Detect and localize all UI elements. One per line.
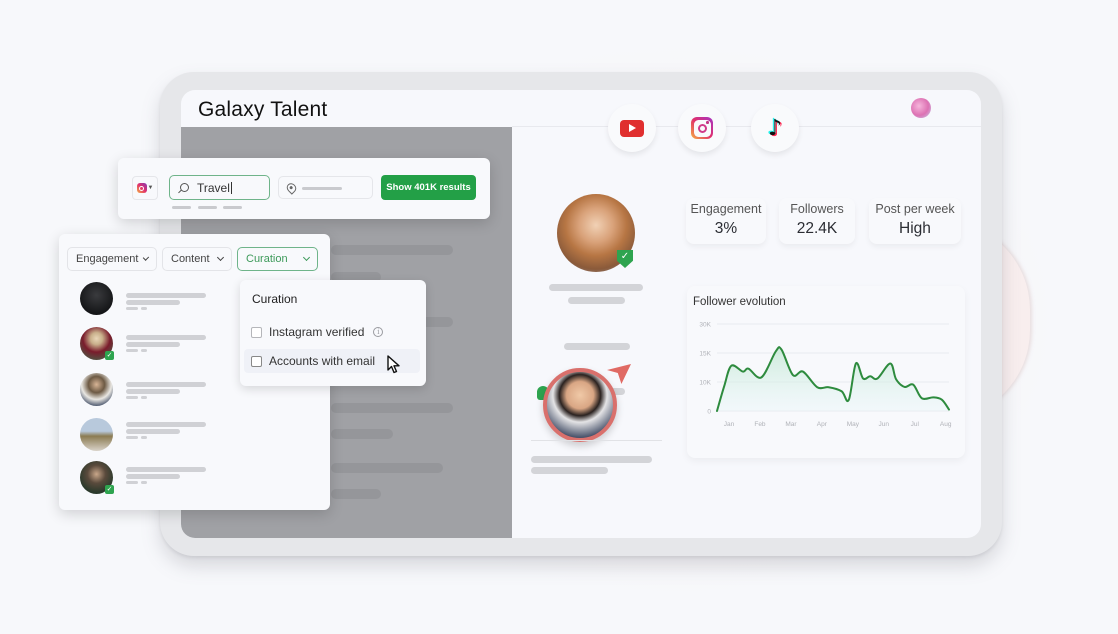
search-query-text: Travel — [197, 180, 230, 195]
search-icon — [180, 183, 189, 192]
send-arrow-icon[interactable] — [607, 364, 631, 384]
stat-posts-per-week: Post per week High — [869, 198, 961, 244]
tiktok-button[interactable]: ♪ — [751, 104, 799, 152]
x-tick-label: Jan — [724, 421, 735, 428]
search-panel: ▼ Travel Show 401K results — [118, 158, 490, 219]
chevron-down-icon — [216, 253, 225, 262]
x-tick-label: Mar — [785, 421, 797, 428]
contact-info-placeholder — [531, 467, 608, 474]
placeholder-bar — [331, 489, 381, 499]
placeholder-bar — [331, 403, 453, 413]
filter-engagement[interactable]: Engagement — [67, 247, 157, 271]
list-item-avatar[interactable] — [80, 282, 113, 315]
list-item-placeholder — [126, 342, 180, 347]
stat-engagement: Engagement 3% — [686, 198, 766, 244]
brand-logo-icon[interactable] — [911, 98, 931, 118]
location-placeholder — [302, 187, 342, 190]
list-item-placeholder — [141, 396, 147, 399]
youtube-button[interactable] — [608, 104, 656, 152]
app-title: Galaxy Talent — [198, 98, 328, 121]
contact-avatar[interactable] — [543, 368, 617, 442]
text-caret — [230, 182, 232, 195]
list-item-placeholder — [126, 467, 206, 472]
list-item-placeholder — [126, 335, 206, 340]
verified-badge-icon: ✓ — [105, 351, 114, 360]
header-divider — [512, 126, 981, 127]
list-item-placeholder — [126, 307, 138, 310]
checkbox[interactable] — [251, 355, 262, 367]
instagram-button[interactable] — [678, 104, 726, 152]
x-tick-label: Aug — [940, 421, 952, 428]
list-item-placeholder — [126, 436, 138, 439]
profile-handle-placeholder — [568, 297, 625, 304]
stat-followers: Followers 22.4K — [779, 198, 855, 244]
youtube-icon — [620, 119, 644, 137]
chevron-down-icon — [143, 254, 150, 261]
list-item-placeholder — [141, 307, 147, 310]
x-tick-label: Jun — [879, 421, 890, 428]
placeholder-bar — [331, 429, 393, 439]
y-tick-label: 15K — [699, 351, 711, 358]
list-item-placeholder — [126, 474, 180, 479]
series-area — [717, 347, 949, 411]
y-tick-label: 0 — [707, 409, 711, 416]
suggestion-placeholder — [198, 206, 217, 209]
contact-section-placeholder — [564, 343, 630, 350]
chart-plot: 0 10K 15K 30K Jan Feb Mar Apr May Jun Jul Aug — [699, 322, 952, 429]
list-item-placeholder — [126, 382, 206, 387]
platform-select[interactable]: ▼ — [132, 176, 158, 200]
list-item-placeholder — [126, 422, 206, 427]
checkbox[interactable] — [251, 326, 262, 338]
filter-curation[interactable]: Curation — [237, 247, 318, 271]
suggestion-placeholder — [172, 206, 191, 209]
mouse-cursor-icon — [387, 355, 400, 374]
profile-name-placeholder — [549, 284, 643, 291]
contact-info-placeholder — [531, 456, 652, 463]
list-item-placeholder — [126, 293, 206, 298]
chevron-down-icon — [302, 253, 311, 262]
placeholder-bar — [331, 463, 443, 473]
x-tick-label: Jul — [911, 421, 920, 428]
instagram-icon — [691, 117, 713, 139]
list-item-placeholder — [126, 349, 138, 352]
show-results-button[interactable]: Show 401K results — [381, 175, 476, 200]
list-item-placeholder — [126, 429, 180, 434]
y-tick-label: 30K — [699, 322, 711, 329]
list-item-placeholder — [126, 389, 180, 394]
x-tick-label: Apr — [817, 421, 828, 428]
list-item-avatar[interactable] — [80, 418, 113, 451]
list-item-placeholder — [141, 481, 147, 484]
follower-evolution-chart: Follower evolution 0 10K 15K 30K Jan Feb Mar Ap… — [687, 286, 965, 458]
location-input[interactable] — [278, 176, 373, 199]
tiktok-icon: ♪ — [767, 115, 783, 141]
list-item-avatar[interactable] — [80, 373, 113, 406]
instagram-icon — [136, 183, 147, 193]
x-tick-label: Feb — [754, 421, 766, 428]
contact-divider — [531, 440, 662, 441]
placeholder-bar — [331, 245, 453, 255]
list-item-placeholder — [126, 396, 138, 399]
list-item-placeholder — [126, 300, 180, 305]
location-pin-icon — [284, 181, 299, 195]
y-tick-label: 10K — [699, 380, 711, 387]
list-item-placeholder — [126, 481, 138, 484]
suggestion-placeholder — [223, 206, 242, 209]
list-item-placeholder — [141, 436, 147, 439]
x-tick-label: May — [847, 421, 860, 428]
info-icon[interactable]: i — [373, 327, 384, 337]
verified-badge-icon: ✓ — [617, 250, 633, 268]
filter-content[interactable]: Content — [162, 247, 232, 271]
list-item-placeholder — [141, 349, 147, 352]
option-instagram-verified[interactable]: Instagram verified i — [244, 320, 420, 344]
verified-badge-icon: ✓ — [105, 485, 114, 494]
search-input[interactable]: Travel — [169, 175, 270, 200]
chevron-down-icon: ▼ — [147, 185, 154, 191]
dropdown-title: Curation — [252, 292, 298, 306]
